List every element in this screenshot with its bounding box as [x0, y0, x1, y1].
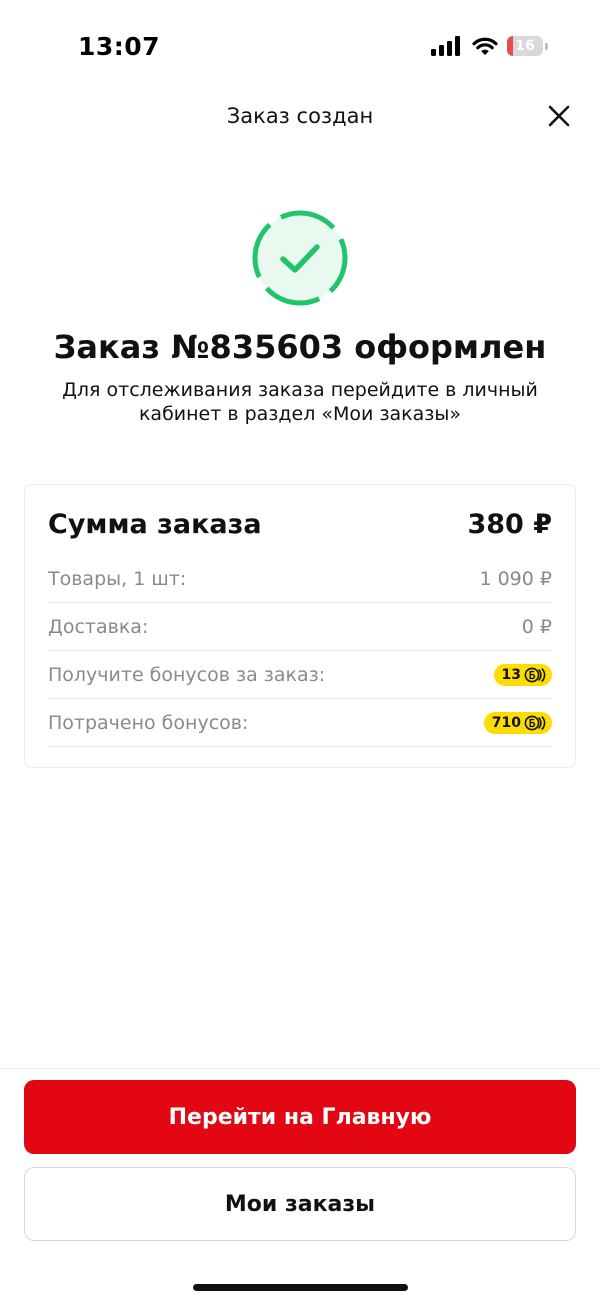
close-button[interactable] — [546, 103, 572, 129]
summary-header: Сумма заказа 380 ₽ — [48, 509, 552, 540]
bonus-spent-value: 710 — [491, 714, 521, 731]
bonus-spent-badge: 710 — [483, 711, 552, 734]
bonus-coin-icon — [524, 667, 546, 682]
summary-row-value: 0 ₽ — [521, 615, 552, 638]
status-bar: 13:07 16 — [0, 0, 600, 90]
go-home-button[interactable]: Перейти на Главную — [24, 1080, 576, 1154]
bottom-action-panel: Перейти на Главную Мои заказы — [0, 1068, 600, 1304]
my-orders-button[interactable]: Мои заказы — [24, 1167, 576, 1241]
bonus-coin-icon — [524, 715, 546, 730]
status-icons: 16 — [431, 36, 548, 56]
summary-label: Сумма заказа — [48, 509, 262, 540]
summary-row-delivery: Доставка: 0 ₽ — [48, 603, 552, 651]
summary-row-bonus-spent: Потрачено бонусов: 710 — [48, 699, 552, 747]
order-title: Заказ №835603 оформлен — [53, 328, 547, 366]
order-subtitle: Для отслеживания заказа перейдите в личн… — [62, 379, 538, 425]
nav-header: Заказ создан — [0, 90, 600, 146]
battery-level: 16 — [515, 38, 535, 54]
cellular-signal-icon — [431, 36, 460, 56]
battery-fill — [507, 36, 513, 56]
page-title: Заказ создан — [226, 104, 374, 128]
summary-row-label: Доставка: — [48, 615, 149, 638]
battery-icon: 16 — [507, 36, 543, 56]
home-indicator[interactable] — [193, 1284, 408, 1291]
summary-row-label: Потрачено бонусов: — [48, 711, 249, 734]
battery-cap — [545, 42, 548, 50]
status-time: 13:07 — [78, 32, 161, 61]
close-icon — [548, 105, 570, 127]
checkmark-circle-icon — [252, 210, 348, 306]
summary-row-label: Товары, 1 шт: — [48, 567, 187, 590]
summary-row-items: Товары, 1 шт: 1 090 ₽ — [48, 555, 552, 603]
bonus-earned-badge: 13 — [493, 663, 552, 686]
summary-row-value: 1 090 ₽ — [479, 567, 552, 590]
wifi-icon — [472, 37, 498, 55]
bonus-earned-value: 13 — [501, 666, 521, 683]
summary-total: 380 ₽ — [467, 509, 552, 540]
summary-row-label: Получите бонусов за заказ: — [48, 663, 326, 686]
order-summary-card: Сумма заказа 380 ₽ Товары, 1 шт: 1 090 ₽… — [24, 484, 576, 768]
summary-rows: Товары, 1 шт: 1 090 ₽ Доставка: 0 ₽ Полу… — [48, 555, 552, 747]
summary-row-bonus-earned: Получите бонусов за заказ: 13 — [48, 651, 552, 699]
